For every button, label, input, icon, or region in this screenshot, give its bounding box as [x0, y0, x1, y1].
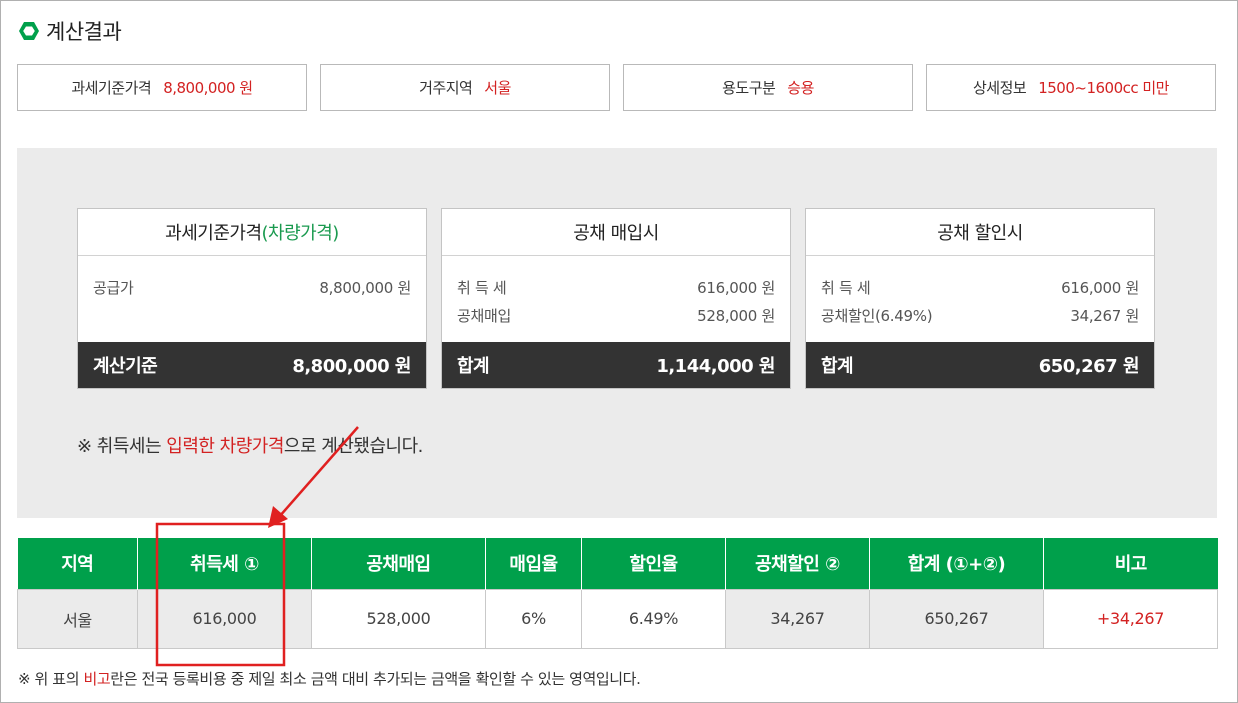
summary-label: 거주지역	[419, 79, 473, 97]
cell-discount-rate: 6.49%	[581, 588, 726, 649]
footer-value: 8,800,000 원	[292, 356, 411, 377]
header-purchase-rate: 매입율	[485, 538, 582, 589]
card-body: 취 득 세 616,000 원 공채매입 528,000 원	[442, 256, 790, 342]
line-label: 공채매입	[457, 307, 512, 325]
cell-region: 서울	[17, 588, 138, 649]
calculation-notice: ※ 취득세는 입력한 차량가격으로 계산됐습니다.	[77, 432, 423, 458]
card-title-accent: (차량가격)	[261, 223, 340, 244]
summary-label: 과세기준가격	[71, 79, 152, 97]
header-bond-purchase: 공채매입	[311, 538, 486, 589]
notice-prefix: ※ 취득세는	[77, 436, 167, 457]
card-line: 취 득 세 616,000 원	[457, 274, 775, 302]
summary-row: 과세기준가격 8,800,000 원 거주지역 서울 용도구분 승용 상세정보 …	[17, 64, 1217, 111]
footnote-highlight: 비고	[83, 670, 111, 688]
result-table: 지역 취득세 ① 공채매입 매입율 할인율 공채할인 ② 합계 (①+②) 비고…	[17, 538, 1218, 649]
footnote: ※ 위 표의 비고란은 전국 등록비용 중 제일 최소 금액 대비 추가되는 금…	[18, 668, 641, 689]
summary-value: 서울	[484, 79, 511, 97]
header-total: 합계 (①+②)	[869, 538, 1044, 589]
line-label: 취 득 세	[457, 279, 507, 297]
header-discount-rate: 할인율	[581, 538, 726, 589]
footer-label: 합계	[821, 356, 854, 377]
line-value: 616,000 원	[697, 279, 775, 297]
cell-acquisition-tax: 616,000	[137, 588, 312, 649]
line-label: 공급가	[93, 279, 134, 297]
line-value: 616,000 원	[1061, 279, 1139, 297]
card-line: 취 득 세 616,000 원	[821, 274, 1139, 302]
line-label: 취 득 세	[821, 279, 871, 297]
cell-bond-purchase: 528,000	[311, 588, 486, 649]
card-title-text: 공채 할인시	[937, 223, 1023, 244]
card-bond-discount: 공채 할인시 취 득 세 616,000 원 공채할인(6.49%) 34,26…	[805, 208, 1155, 389]
header-acquisition-tax: 취득세 ①	[137, 538, 312, 589]
header-region: 지역	[17, 538, 138, 589]
footer-value: 650,267 원	[1038, 356, 1140, 377]
notice-suffix: 으로 계산됐습니다.	[283, 436, 423, 457]
card-footer: 계산기준 8,800,000 원	[78, 342, 426, 388]
footnote-prefix: ※ 위 표의	[18, 670, 84, 688]
footer-label: 계산기준	[93, 356, 158, 377]
cell-bond-discount: 34,267	[725, 588, 870, 649]
footnote-suffix: 란은 전국 등록비용 중 제일 최소 금액 대비 추가되는 금액을 확인할 수 …	[110, 670, 641, 688]
summary-tax-base: 과세기준가격 8,800,000 원	[17, 64, 307, 111]
card-body: 공급가 8,800,000 원	[78, 256, 426, 342]
cell-total: 650,267	[869, 588, 1044, 649]
footer-value: 1,144,000 원	[656, 356, 775, 377]
line-label: 공채할인(6.49%)	[821, 307, 933, 325]
page-title: 계산결과	[46, 20, 122, 44]
header-remarks: 비고	[1043, 538, 1218, 589]
card-footer: 합계 1,144,000 원	[442, 342, 790, 388]
summary-label: 상세정보	[973, 79, 1027, 97]
card-line: 공급가 8,800,000 원	[93, 274, 411, 302]
notice-highlight: 입력한 차량가격	[166, 436, 284, 457]
card-footer: 합계 650,267 원	[806, 342, 1154, 388]
calculation-panel: 과세기준가격 (차량가격) 공급가 8,800,000 원 계산기준 8,800,…	[17, 148, 1217, 518]
card-body: 취 득 세 616,000 원 공채할인(6.49%) 34,267 원	[806, 256, 1154, 342]
summary-value: 8,800,000 원	[163, 79, 253, 97]
card-title: 과세기준가격 (차량가격)	[78, 209, 426, 256]
card-title: 공채 할인시	[806, 209, 1154, 256]
card-line: 공채할인(6.49%) 34,267 원	[821, 302, 1139, 330]
header-bond-discount: 공채할인 ②	[725, 538, 870, 589]
summary-usage: 용도구분 승용	[623, 64, 913, 111]
card-title: 공채 매입시	[442, 209, 790, 256]
summary-region: 거주지역 서울	[320, 64, 610, 111]
line-value: 34,267 원	[1070, 307, 1139, 325]
summary-value: 1500~1600cc 미만	[1038, 79, 1169, 97]
footer-label: 합계	[457, 356, 490, 377]
table-header-row: 지역 취득세 ① 공채매입 매입율 할인율 공채할인 ② 합계 (①+②) 비고	[17, 538, 1218, 589]
card-line: 공채매입 528,000 원	[457, 302, 775, 330]
table-row: 서울 616,000 528,000 6% 6.49% 34,267 650,2…	[17, 588, 1218, 649]
cell-remarks: +34,267	[1043, 588, 1218, 649]
cell-purchase-rate: 6%	[485, 588, 582, 649]
line-value: 8,800,000 원	[319, 279, 411, 297]
summary-label: 용도구분	[722, 79, 776, 97]
section-title: 계산결과	[18, 16, 122, 46]
summary-detail: 상세정보 1500~1600cc 미만	[926, 64, 1216, 111]
line-value: 528,000 원	[697, 307, 775, 325]
card-bond-purchase: 공채 매입시 취 득 세 616,000 원 공채매입 528,000 원 합계…	[441, 208, 791, 389]
card-title-text: 공채 매입시	[573, 223, 659, 244]
summary-value: 승용	[787, 79, 814, 97]
hexagon-icon	[18, 20, 40, 42]
card-tax-base: 과세기준가격 (차량가격) 공급가 8,800,000 원 계산기준 8,800,…	[77, 208, 427, 389]
card-title-text: 과세기준가격	[165, 223, 262, 244]
